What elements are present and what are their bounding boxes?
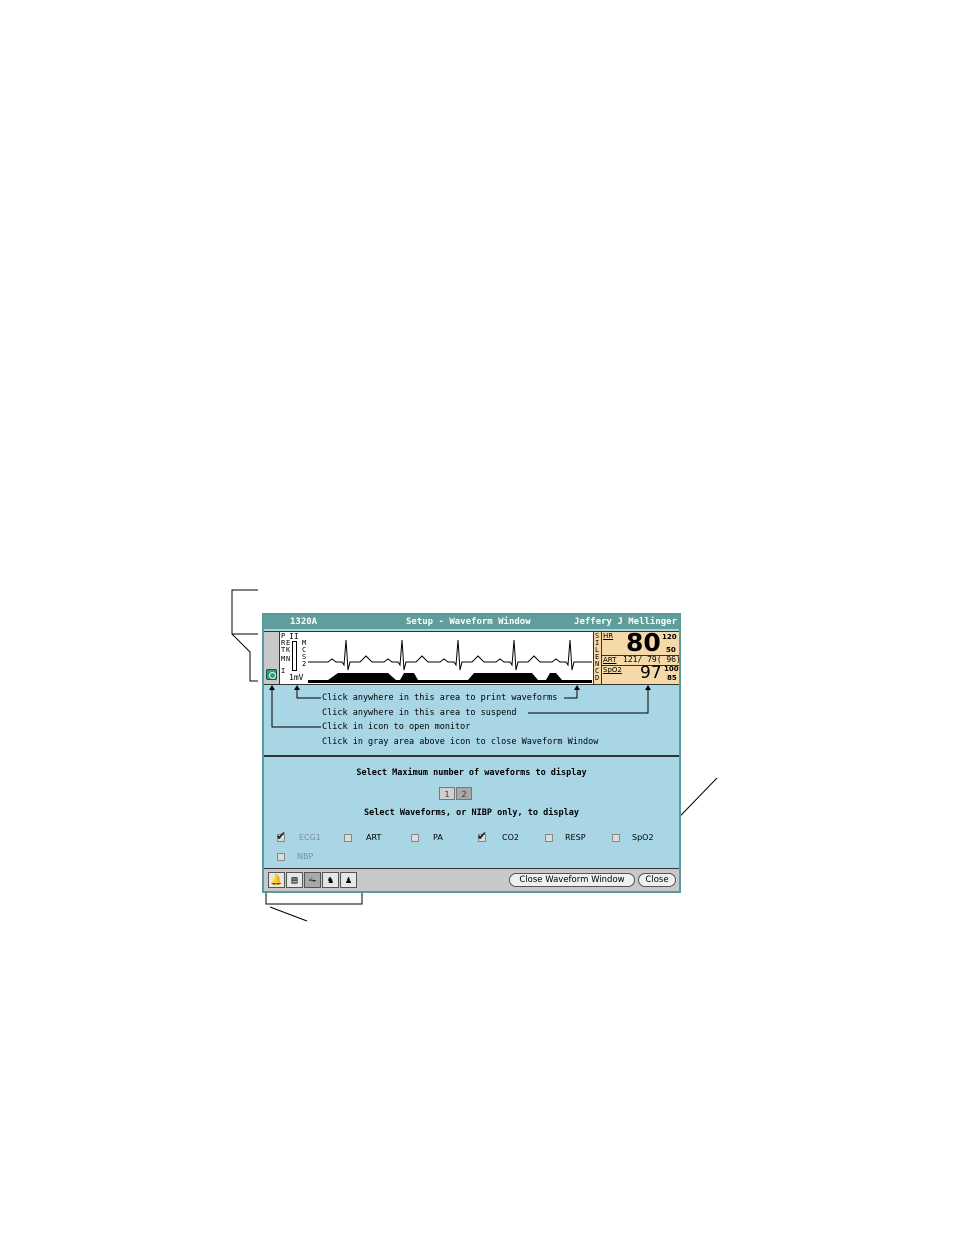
close-button[interactable]: Close — [638, 873, 676, 887]
co2-trace — [308, 673, 592, 683]
waveform-setup-window: 1320A Setup - Waveform Window Jeffery J … — [262, 613, 681, 893]
wf-letter: N — [286, 655, 291, 663]
callout-bracket-toolbar — [265, 893, 363, 905]
checkmark-icon: ✔ — [276, 829, 287, 843]
lead-label: II — [289, 632, 299, 641]
max-waveforms-option-1[interactable]: 1 — [439, 787, 455, 800]
max-waveforms-label: Select Maximum number of waveforms to di… — [356, 768, 587, 778]
select-waveforms-label: Select Waveforms, or NIBP only, to displ… — [364, 808, 579, 818]
close-waveform-window-button[interactable]: Close Waveform Window — [509, 873, 635, 887]
calibration-bar — [292, 641, 297, 671]
instructions-area: Click anywhere in this area to print wav… — [264, 685, 679, 755]
callout-line-toolbar — [269, 906, 308, 922]
bed-label: 1320A — [290, 617, 318, 627]
document-icon[interactable]: ▤ — [286, 872, 303, 888]
patient-name: Jeffery J Mellinger — [574, 617, 677, 627]
waveform-print-area[interactable] — [308, 632, 592, 684]
spo2-alarm-low: 85 — [667, 674, 677, 682]
scale-label: 1mV — [289, 673, 304, 682]
wf-letter: K — [286, 646, 291, 654]
alarm-bell-icon[interactable]: ♞ — [322, 872, 339, 888]
title-bar: 1320A Setup - Waveform Window Jeffery J … — [264, 615, 679, 629]
hr-alarm-low: 50 — [666, 646, 676, 654]
spo2-value: 97 — [640, 663, 662, 683]
close-window-instruction: Click in gray area above icon to close W… — [322, 737, 599, 747]
wf-letter: M — [281, 655, 286, 663]
window-title: Setup - Waveform Window — [406, 617, 531, 627]
spo2-label: SpO2 — [603, 666, 622, 674]
callout-bracket-top-left — [231, 589, 258, 635]
ecg-waveform — [308, 639, 592, 683]
hr-alarm-high: 120 — [662, 633, 677, 641]
hr-value: 80 — [626, 628, 661, 657]
hr-label: HR — [603, 632, 614, 640]
patient-alarm-icon[interactable]: ♟ — [340, 872, 357, 888]
art-label: ART — [603, 656, 617, 664]
waveform-setup-panel: Select Maximum number of waveforms to di… — [264, 757, 679, 869]
monitor-icon[interactable] — [266, 669, 277, 680]
vitals-panel: S I L E N C D HR 80 120 50 ART 121/ 79( … — [593, 628, 681, 684]
suspend-instruction: Click anywhere in this area to suspend — [322, 708, 517, 718]
waveform-strip[interactable]: P R E T K M N I II M C S 2 1mV S I L E N… — [264, 628, 681, 685]
bottom-toolbar: 🔔 ▤ ⏦ ♞ ♟ Close Waveform Window Close — [264, 868, 679, 891]
open-monitor-instruction: Click in icon to open monitor — [322, 722, 471, 732]
checkmark-icon: ✔ — [477, 829, 488, 843]
max-waveforms-option-2[interactable]: 2 — [456, 787, 472, 800]
waveform-icon[interactable]: ⏦ — [304, 872, 321, 888]
close-gray-area[interactable] — [264, 632, 280, 684]
ecg-trace — [308, 639, 592, 671]
bell-icon[interactable]: 🔔 — [268, 872, 285, 888]
silenced-letter: D — [595, 674, 600, 682]
wf-letter: T — [281, 646, 286, 654]
wf-mid-letter: 2 — [302, 660, 307, 668]
print-instruction: Click anywhere in this area to print wav… — [322, 693, 558, 703]
wf-letter: I — [281, 667, 286, 675]
callout-bracket-waveform — [231, 633, 258, 682]
spo2-alarm-high: 100 — [664, 665, 679, 673]
